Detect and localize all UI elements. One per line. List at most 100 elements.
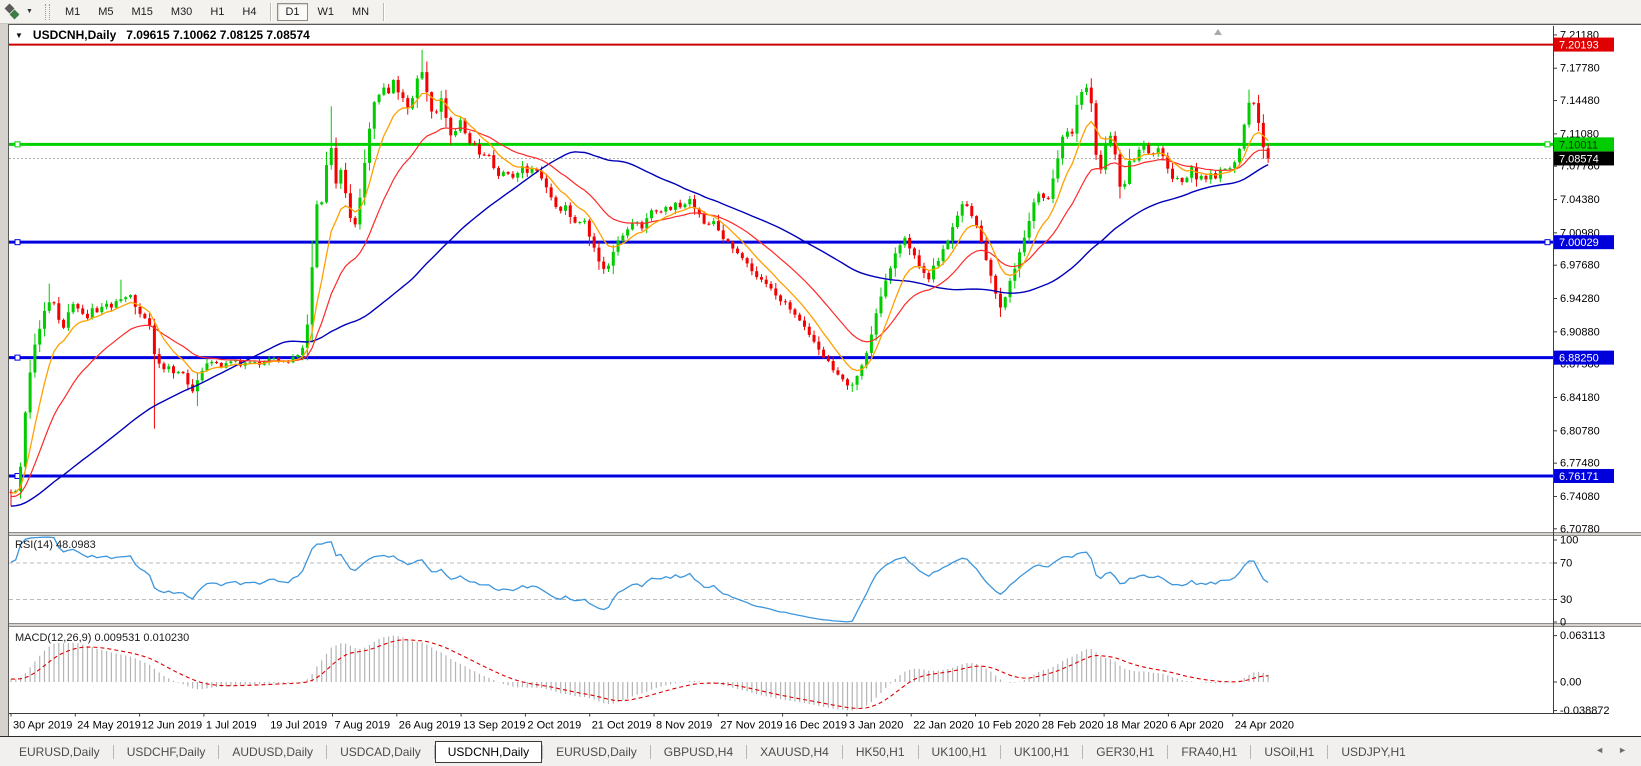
- price-axis-label: 6.74080: [1560, 491, 1600, 503]
- time-axis-label: 24 May 2019: [77, 720, 141, 732]
- time-axis-label: 24 Apr 2020: [1235, 720, 1294, 732]
- candle: [468, 131, 471, 145]
- tab-eurusd-daily[interactable]: EURUSD,Daily: [543, 742, 650, 762]
- tab-scroll-arrows: ◄ ►: [1595, 745, 1627, 755]
- support-line-2-handle[interactable]: [15, 355, 20, 360]
- timeframe-button-h1[interactable]: H1: [202, 3, 232, 21]
- timeframe-toolbar: ▼ M1M5M15M30H1H4 D1W1MN: [0, 0, 1641, 24]
- toolbar-separator: [383, 3, 384, 21]
- chart-symbol-label: USDCNH,Daily: [33, 28, 116, 42]
- price-axis-label: 6.97680: [1560, 260, 1600, 272]
- time-axis-label: 18 Mar 2020: [1106, 720, 1168, 732]
- time-axis-label: 2 Oct 2019: [527, 720, 581, 732]
- toolbar-separator: [270, 3, 271, 21]
- time-axis-label: 13 Sep 2019: [463, 720, 525, 732]
- rsi-axis-label: 0: [1560, 617, 1566, 629]
- price-axis-label: 6.94280: [1560, 293, 1600, 305]
- tab-ger30-h1[interactable]: GER30,H1: [1083, 742, 1167, 762]
- time-axis-label: 27 Nov 2019: [720, 720, 782, 732]
- candle: [315, 201, 318, 269]
- timeframe-button-w1[interactable]: W1: [310, 3, 343, 21]
- blue-level-price-tag-value: 6.76171: [1559, 471, 1599, 483]
- tab-audusd-daily[interactable]: AUDUSD,Daily: [219, 742, 326, 762]
- chart-window: 7.211807.177807.144807.110807.077807.043…: [8, 24, 1641, 736]
- candle: [946, 240, 949, 250]
- price-axis-label: 6.90880: [1560, 326, 1600, 338]
- time-axis-label: 16 Dec 2019: [785, 720, 847, 732]
- price-axis-label: 7.17780: [1560, 63, 1600, 75]
- tab-usoil-h1[interactable]: USOil,H1: [1251, 742, 1327, 762]
- blue-level-price-tag-value: 6.88250: [1559, 353, 1599, 365]
- price-axis-label: 7.14480: [1560, 95, 1600, 107]
- chart-style-diamond-icon[interactable]: [4, 4, 24, 20]
- mt4-application: ▼ M1M5M15M30H1H4D1W1MN 7.211807.177807.1…: [0, 0, 1641, 766]
- time-axis-label: 7 Aug 2019: [335, 720, 391, 732]
- time-axis-label: 8 Nov 2019: [656, 720, 712, 732]
- chart-ohlc-values: 7.09615 7.10062 7.08125 7.08574: [126, 28, 310, 42]
- resistance-price-tag-value: 7.20193: [1559, 40, 1599, 52]
- chart-tab-bar: EURUSD,DailyUSDCHF,DailyAUDUSD,DailyUSDC…: [0, 736, 1641, 766]
- tab-usdcad-daily[interactable]: USDCAD,Daily: [327, 742, 434, 762]
- rsi-axis-label: 70: [1560, 558, 1572, 570]
- price-axis-label: 6.84180: [1560, 392, 1600, 404]
- macd-axis-label: 0.00: [1560, 677, 1581, 689]
- support-green-line-handle[interactable]: [15, 142, 20, 147]
- candle: [1243, 124, 1246, 151]
- current-price-tag-value: 7.08574: [1559, 153, 1599, 165]
- timeframe-buttons: M1M5M15M30H1H4 D1W1MN: [56, 3, 389, 21]
- green-level-price-tag-value: 7.10011: [1559, 139, 1598, 151]
- time-axis-label: 3 Jan 2020: [849, 720, 903, 732]
- price-axis-label: 6.80780: [1560, 425, 1600, 437]
- tab-scroll-left-icon[interactable]: ◄: [1595, 745, 1604, 755]
- toolbar-grip-handle[interactable]: [45, 4, 50, 20]
- tab-usdjpy-h1[interactable]: USDJPY,H1: [1328, 742, 1418, 762]
- blue-level-price-tag-value: 7.00029: [1559, 237, 1599, 249]
- tab-usdchf-daily[interactable]: USDCHF,Daily: [114, 742, 219, 762]
- time-axis-label: 19 Jul 2019: [270, 720, 327, 732]
- tab-xauusd-h4[interactable]: XAUUSD,H4: [747, 742, 842, 762]
- rsi-axis-label: 100: [1560, 535, 1578, 547]
- macd-axis-label: -0.038872: [1560, 705, 1610, 717]
- time-axis-label: 12 Jun 2019: [142, 720, 203, 732]
- chart-title: ▼ USDCNH,Daily 7.09615 7.10062 7.08125 7…: [15, 28, 310, 42]
- support-green-line-handle[interactable]: [1545, 142, 1550, 147]
- tab-fra40-h1[interactable]: FRA40,H1: [1168, 742, 1250, 762]
- tab-eurusd-daily[interactable]: EURUSD,Daily: [6, 742, 113, 762]
- rsi-indicator-label: RSI(14) 48.0983: [15, 539, 96, 551]
- tab-usdcnh-daily[interactable]: USDCNH,Daily: [435, 741, 542, 763]
- rsi-axis-label: 30: [1560, 594, 1572, 606]
- time-axis-label: 21 Oct 2019: [592, 720, 652, 732]
- time-axis-label: 30 Apr 2019: [13, 720, 72, 732]
- chart-background: [9, 25, 1641, 736]
- timeframe-button-m30[interactable]: M30: [163, 3, 200, 21]
- tab-hk50-h1[interactable]: HK50,H1: [843, 742, 918, 762]
- macd-indicator-label: MACD(12,26,9) 0.009531 0.010230: [15, 632, 189, 644]
- chevron-down-icon[interactable]: ▼: [26, 8, 33, 15]
- timeframe-button-m1[interactable]: M1: [57, 3, 88, 21]
- time-axis-label: 6 Apr 2020: [1170, 720, 1223, 732]
- price-chart-canvas[interactable]: 7.211807.177807.144807.110807.077807.043…: [9, 25, 1641, 736]
- time-axis-label: 1 Jul 2019: [206, 720, 257, 732]
- tab-scroll-right-icon[interactable]: ►: [1618, 745, 1627, 755]
- chart-menu-caret-icon[interactable]: ▼: [15, 31, 23, 40]
- tab-gbpusd-h4[interactable]: GBPUSD,H4: [651, 742, 746, 762]
- support-line-1-handle[interactable]: [15, 240, 20, 245]
- macd-axis-label: 0.063113: [1560, 630, 1605, 642]
- support-line-1-handle[interactable]: [1545, 240, 1550, 245]
- tab-uk100-h1[interactable]: UK100,H1: [919, 742, 1000, 762]
- time-axis-label: 28 Feb 2020: [1042, 720, 1104, 732]
- price-axis-label: 7.04380: [1560, 194, 1600, 206]
- timeframe-button-mn[interactable]: MN: [344, 3, 377, 21]
- timeframe-button-d1[interactable]: D1: [277, 3, 307, 21]
- timeframe-button-m5[interactable]: M5: [90, 3, 121, 21]
- tab-uk100-h1[interactable]: UK100,H1: [1001, 742, 1082, 762]
- chart-tabs: EURUSD,DailyUSDCHF,DailyAUDUSD,DailyUSDC…: [6, 740, 1419, 764]
- timeframe-button-m15[interactable]: M15: [124, 3, 161, 21]
- time-axis-label: 10 Feb 2020: [978, 720, 1040, 732]
- candle: [554, 195, 557, 208]
- timeframe-button-h4[interactable]: H4: [234, 3, 264, 21]
- candle: [62, 318, 65, 329]
- time-axis-label: 22 Jan 2020: [913, 720, 974, 732]
- candle: [392, 79, 395, 94]
- price-axis-label: 6.77480: [1560, 458, 1600, 470]
